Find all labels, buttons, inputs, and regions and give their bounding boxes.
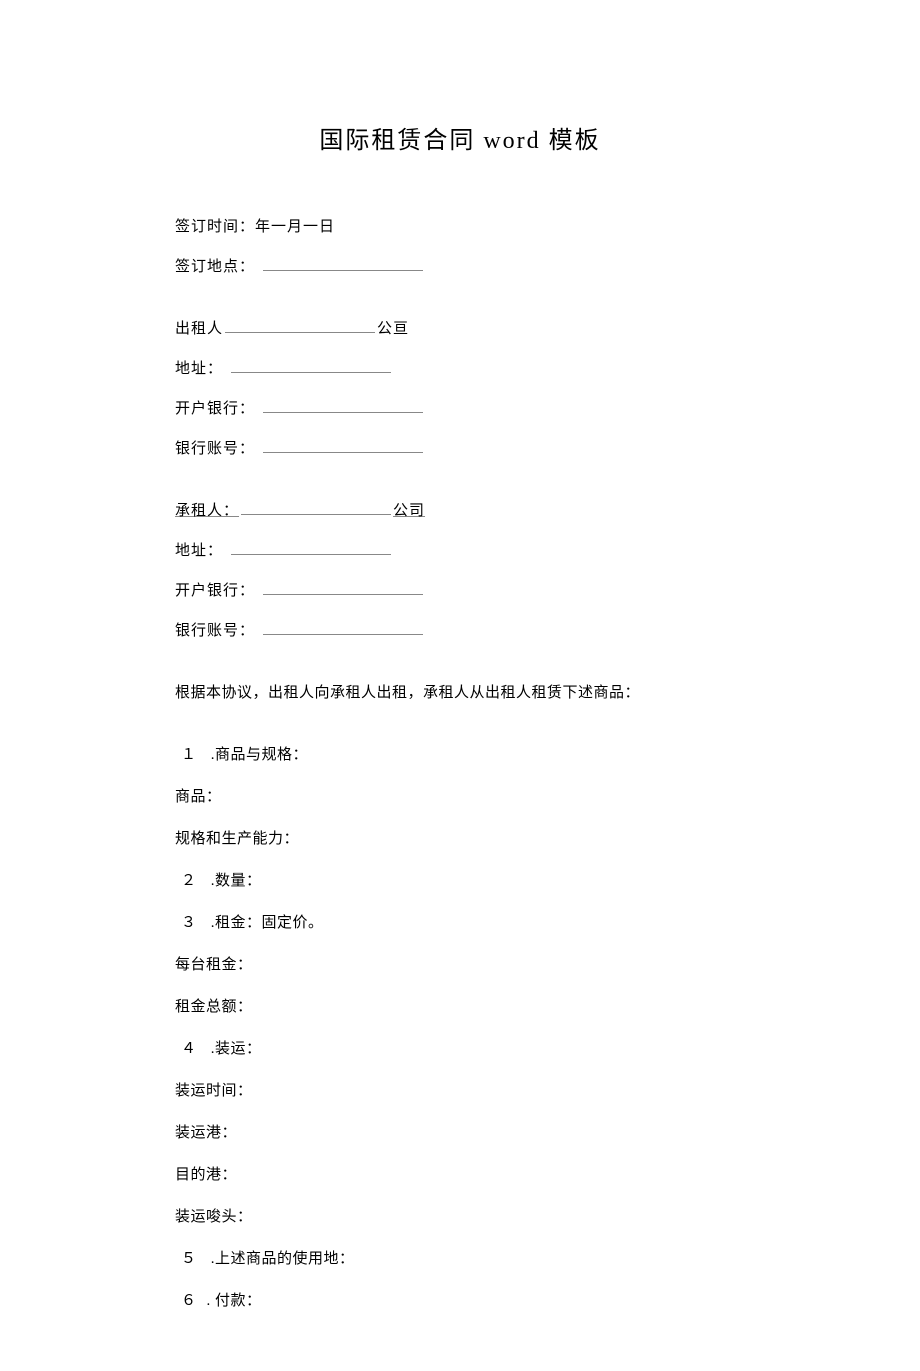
lessor-address-label: 地址：	[175, 361, 223, 377]
item-6-text: . 付款：	[207, 1293, 262, 1309]
ship-port-line: 装运港：	[175, 1121, 745, 1145]
lessee-account-blank	[263, 621, 423, 635]
item-3: ３ .租金：固定价。	[175, 911, 745, 935]
lessor-account-blank	[263, 439, 423, 453]
signing-time-label: 签订时间：年一月一日	[175, 219, 335, 235]
lessor-address-blank	[231, 359, 391, 373]
signing-place-line: 签订地点：	[175, 255, 745, 279]
item-2-num: ２	[181, 873, 197, 889]
dest-port-line: 目的港：	[175, 1163, 745, 1187]
item-3-text: .租金：固定价。	[207, 915, 324, 931]
lessee-account-line: 银行账号：	[175, 619, 745, 643]
document-page: 国际租赁合同 word 模板 签订时间：年一月一日 签订地点： 出租人 公亘 地址…	[0, 0, 920, 1371]
item-6: ６ . 付款：	[175, 1289, 745, 1313]
item-1: １ .商品与规格：	[175, 743, 745, 767]
total-line: 租金总额：	[175, 995, 745, 1019]
item-1-num: １	[181, 747, 197, 763]
lessee-label: 承租人：	[175, 503, 239, 519]
lessor-line: 出租人 公亘	[175, 317, 745, 341]
lessee-blank	[241, 501, 391, 515]
lessee-account-label: 银行账号：	[175, 623, 255, 639]
ship-wharf-line: 装运唆头：	[175, 1205, 745, 1229]
intro-paragraph: 根据本协议，出租人向承租人出租，承租人从出租人租赁下述商品：	[175, 681, 745, 705]
lessor-company-suffix: 公亘	[377, 321, 409, 337]
item-2: ２ .数量：	[175, 869, 745, 893]
item-3-num: ３	[181, 915, 197, 931]
signing-time-line: 签订时间：年一月一日	[175, 215, 745, 239]
lessee-line: 承租人： 公司	[175, 499, 745, 523]
item-4-text: .装运：	[207, 1041, 262, 1057]
lessor-bank-blank	[263, 399, 423, 413]
document-title: 国际租赁合同 word 模板	[175, 120, 745, 155]
item-4: ４ .装运：	[175, 1037, 745, 1061]
signing-place-blank	[263, 257, 423, 271]
lessor-account-label: 银行账号：	[175, 441, 255, 457]
spec-line: 规格和生产能力：	[175, 827, 745, 851]
lessor-label: 出租人	[175, 321, 223, 337]
item-2-text: .数量：	[207, 873, 262, 889]
ship-time-line: 装运时间：	[175, 1079, 745, 1103]
lessee-address-label: 地址：	[175, 543, 223, 559]
lessee-bank-line: 开户银行：	[175, 579, 745, 603]
signing-place-label: 签订地点：	[175, 259, 255, 275]
lessee-address-blank	[231, 541, 391, 555]
lessee-address-line: 地址：	[175, 539, 745, 563]
lessee-company-suffix: 公司	[393, 503, 425, 519]
lessor-bank-label: 开户银行：	[175, 401, 255, 417]
lessee-bank-blank	[263, 581, 423, 595]
lessor-address-line: 地址：	[175, 357, 745, 381]
lessee-bank-label: 开户银行：	[175, 583, 255, 599]
item-5: ５ .上述商品的使用地：	[175, 1247, 745, 1271]
item-1-text: .商品与规格：	[207, 747, 309, 763]
lessor-account-line: 银行账号：	[175, 437, 745, 461]
goods-line: 商品：	[175, 785, 745, 809]
item-6-num: ６	[181, 1293, 197, 1309]
item-4-num: ４	[181, 1041, 197, 1057]
item-5-num: ５	[181, 1251, 197, 1267]
item-5-text: .上述商品的使用地：	[207, 1251, 355, 1267]
lessor-bank-line: 开户银行：	[175, 397, 745, 421]
lessor-blank	[225, 319, 375, 333]
per-unit-line: 每台租金：	[175, 953, 745, 977]
